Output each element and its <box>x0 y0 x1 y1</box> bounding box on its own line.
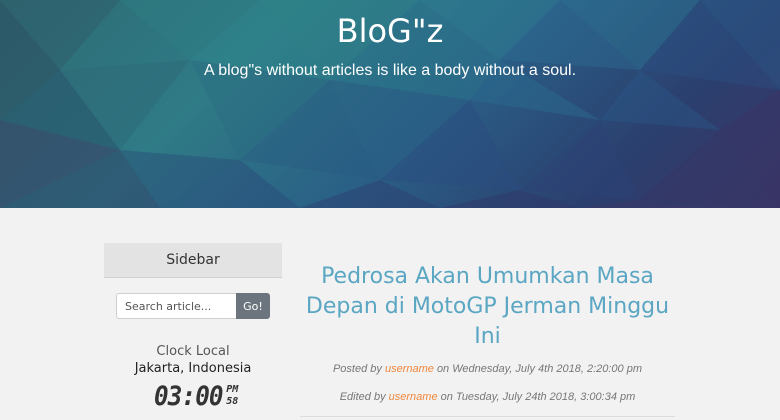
clock-time: 03:00 <box>154 381 224 412</box>
article-preview: Pedrosa Akan Umumkan Masa Depan di MotoG… <box>300 262 675 417</box>
clock-seconds: 58 <box>226 396 239 407</box>
post-meta-edited: Edited by username on Tuesday, July 24th… <box>300 391 675 403</box>
sidebar: Sidebar Go! Clock Local Jakarta, Indones… <box>104 243 282 412</box>
edited-prefix: Edited by <box>339 391 386 403</box>
posted-prefix: Posted by <box>332 363 382 375</box>
site-tagline: A blog"s without articles is like a body… <box>203 62 577 79</box>
divider <box>300 416 675 417</box>
clock-location: Jakarta, Indonesia <box>134 361 252 376</box>
posted-username-link[interactable]: username <box>385 363 434 375</box>
search-form: Go! <box>116 293 270 319</box>
clock-side: PM 58 <box>226 381 238 408</box>
search-input[interactable] <box>116 293 236 319</box>
site-title: BloG"z <box>336 12 444 50</box>
clock-ampm: PM <box>226 384 239 395</box>
edited-username-link[interactable]: username <box>389 391 438 403</box>
edited-date: on Tuesday, July 24th 2018, 3:00:34 pm <box>440 391 636 403</box>
posted-date: on Wednesday, July 4th 2018, 2:20:00 pm <box>436 363 643 375</box>
header-banner: BloG"z A blog"s without articles is like… <box>0 0 780 208</box>
sidebar-heading: Sidebar <box>104 243 282 278</box>
clock-title: Clock Local <box>156 344 230 359</box>
article-title-link[interactable]: Pedrosa Akan Umumkan Masa Depan di MotoG… <box>300 262 675 352</box>
post-meta-posted: Posted by username on Wednesday, July 4t… <box>300 363 675 375</box>
digital-clock: 03:00 PM 58 <box>154 381 238 413</box>
search-go-button[interactable]: Go! <box>236 293 270 319</box>
